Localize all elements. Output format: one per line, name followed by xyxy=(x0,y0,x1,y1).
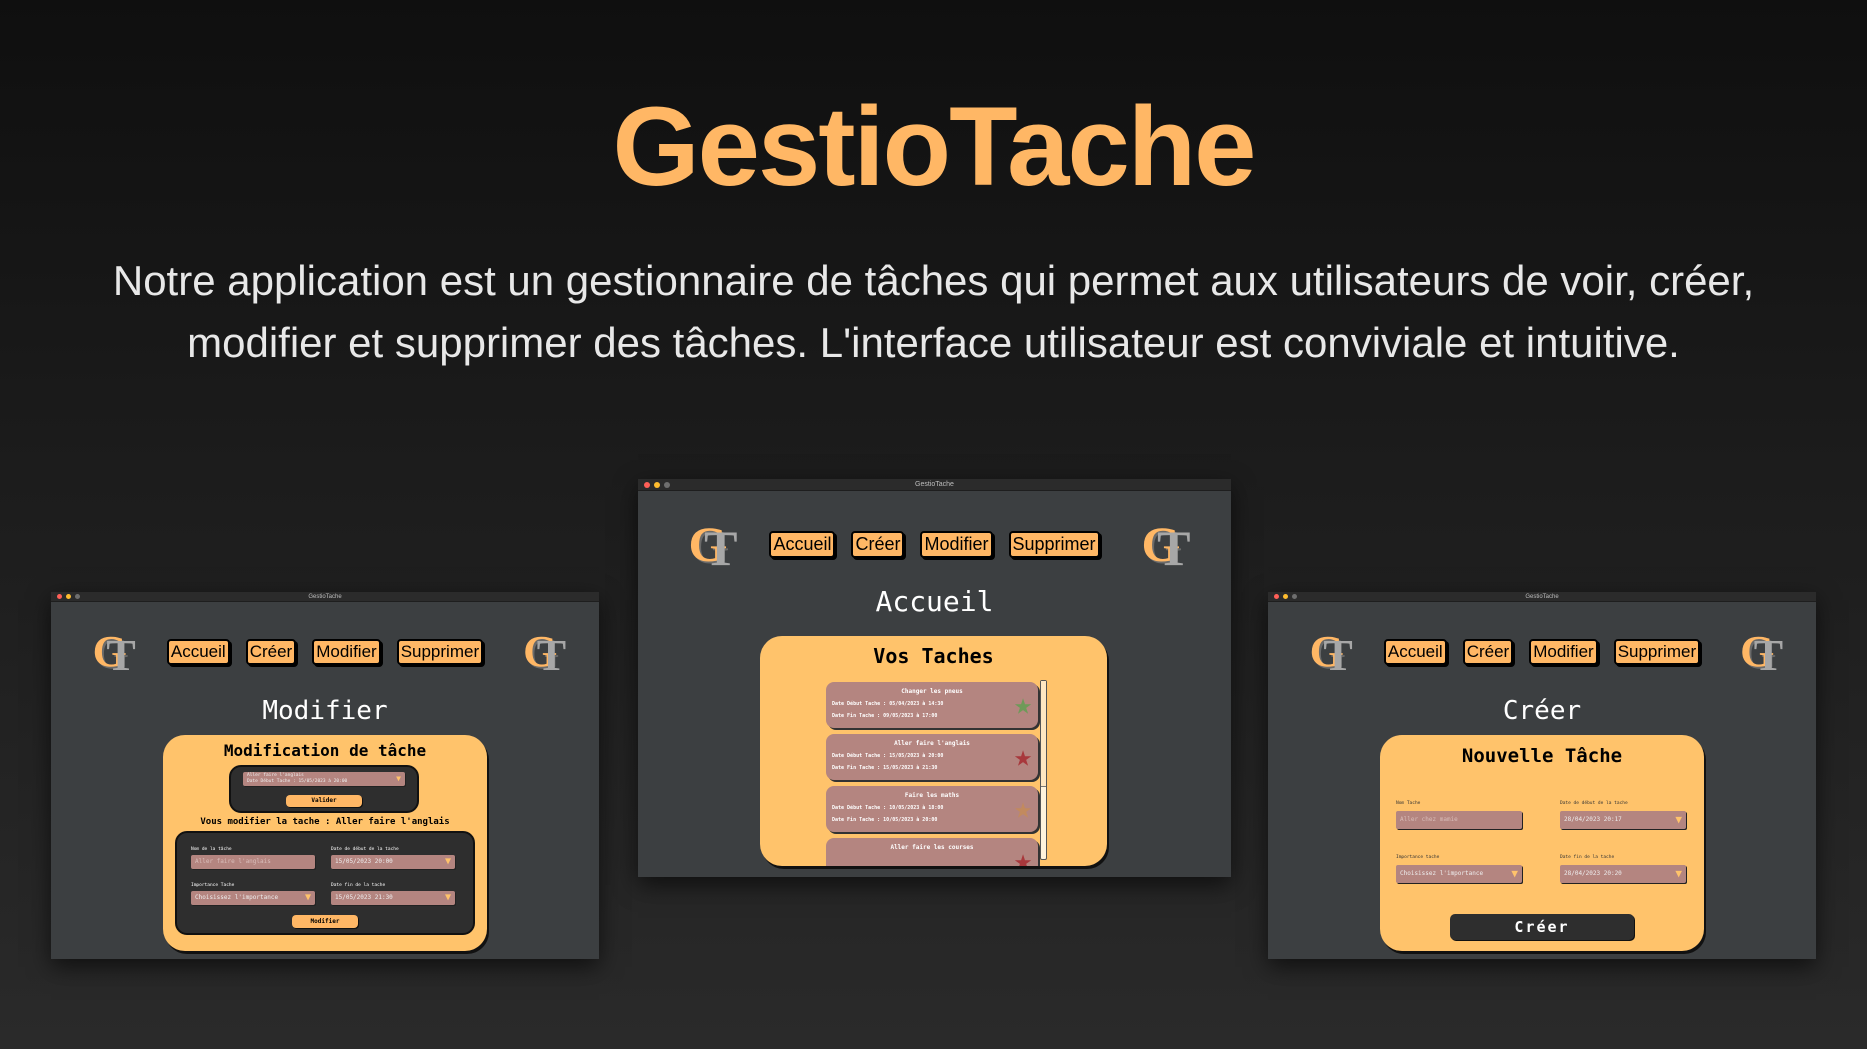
panel-title: Modification de tâche xyxy=(223,741,427,760)
calendar-dropdown-icon: ▼ xyxy=(444,892,451,903)
star-icon: ★ xyxy=(1013,739,1032,774)
dropdown-icon: ▼ xyxy=(396,774,401,783)
nav-modifier-button[interactable]: Modifier xyxy=(312,639,381,665)
importance-select[interactable]: Choisissez l'importance ▼ xyxy=(191,891,315,905)
task-start: Date Début Tache : 15/05/2023 à 20:00 xyxy=(832,753,944,759)
dropdown-icon: ▼ xyxy=(304,892,311,903)
nav-supprimer-button[interactable]: Supprimer xyxy=(1008,530,1100,558)
hero-title: GestioTache xyxy=(612,84,1257,209)
nav-creer-button[interactable]: Créer xyxy=(851,530,905,558)
validate-button[interactable]: Valider xyxy=(286,795,362,807)
importance-select[interactable]: Choisissez l'importance ▼ xyxy=(1396,865,1522,883)
nav-creer-button[interactable]: Créer xyxy=(245,639,297,665)
nav-accueil-button[interactable]: Accueil xyxy=(1383,639,1447,665)
app-logo-icon: GT xyxy=(688,516,738,576)
window-titlebar: GestioTache xyxy=(1268,592,1816,602)
start-date-label: Date de début de la tache xyxy=(1560,801,1628,806)
window-modifier: GestioTache GT Accueil Créer Modifier Su… xyxy=(51,592,599,959)
app-logo-icon-right: GT xyxy=(1740,627,1784,680)
modify-info: Vous modifier la tache : Aller faire l'a… xyxy=(200,817,450,827)
modify-form: Nom de la tâche Aller faire l'anglais Da… xyxy=(175,831,475,935)
app-logo-icon-right: GT xyxy=(523,627,567,680)
importance-label: Importance Tache xyxy=(191,883,235,888)
nav-bar: GT Accueil Créer Modifier Supprimer GT xyxy=(51,627,599,680)
end-date-label: Date fin de la tache xyxy=(331,883,386,888)
task-card[interactable]: Aller faire les courses ★ xyxy=(826,838,1038,866)
calendar-dropdown-icon: ▼ xyxy=(444,856,451,867)
nav-supprimer-button[interactable]: Supprimer xyxy=(1613,639,1701,665)
app-logo-icon-right: GT xyxy=(1141,516,1191,576)
task-start: Date Début Tache : 10/05/2023 à 18:00 xyxy=(832,805,944,811)
star-icon: ★ xyxy=(1013,687,1032,722)
page-heading: Modifier xyxy=(262,696,388,726)
name-input[interactable]: Aller chez mamie xyxy=(1396,811,1522,829)
nav-accueil-button[interactable]: Accueil xyxy=(166,639,230,665)
end-date-input[interactable]: 15/05/2023 21:30 ▼ xyxy=(331,891,455,905)
task-name: Aller faire les courses xyxy=(890,844,974,851)
name-input[interactable]: Aller faire l'anglais xyxy=(191,855,315,869)
dropdown-icon: ▼ xyxy=(1511,867,1518,880)
create-panel: Nouvelle Tâche Nom Tache Aller chez mami… xyxy=(1380,735,1704,951)
nav-accueil-button[interactable]: Accueil xyxy=(769,530,836,558)
window-title: GestioTache xyxy=(1525,593,1559,600)
task-end: Date Fin Tache : 15/05/2023 à 21:30 xyxy=(832,765,938,771)
nav-bar: GT Accueil Créer Modifier Supprimer GT xyxy=(638,516,1231,576)
hero-description: Notre application est un gestionnaire de… xyxy=(112,257,1755,366)
panel-title: Nouvelle Tâche xyxy=(1461,745,1623,767)
task-select[interactable]: Aller faire l'anglais Date Début Tache :… xyxy=(243,772,405,786)
task-name: Faire les maths xyxy=(904,792,960,799)
start-date-input[interactable]: 15/05/2023 20:00 ▼ xyxy=(331,855,455,869)
panel-title: Vos Taches xyxy=(873,644,994,668)
task-start: Date Début Tache : 05/04/2023 à 14:30 xyxy=(832,701,944,707)
calendar-dropdown-icon: ▼ xyxy=(1675,867,1682,880)
task-card[interactable]: Changer les pneus Date Début Tache : 05/… xyxy=(826,682,1038,728)
task-list-scrollbar[interactable] xyxy=(1040,680,1047,860)
app-logo-icon: GT xyxy=(92,627,136,680)
star-icon: ★ xyxy=(1013,843,1032,867)
task-name: Aller faire l'anglais xyxy=(894,740,970,747)
nav-modifier-button[interactable]: Modifier xyxy=(920,530,993,558)
window-title: GestioTache xyxy=(915,481,954,488)
start-date-input[interactable]: 28/04/2023 20:17 ▼ xyxy=(1560,811,1686,829)
modify-submit-button[interactable]: Modifier xyxy=(292,915,358,928)
end-date-label: Date fin de la tache xyxy=(1560,855,1615,860)
task-card[interactable]: Faire les maths Date Début Tache : 10/05… xyxy=(826,786,1038,832)
task-end: Date Fin Tache : 09/05/2023 à 17:00 xyxy=(832,713,938,719)
star-icon: ★ xyxy=(1013,791,1032,826)
nav-modifier-button[interactable]: Modifier xyxy=(1529,639,1598,665)
tasks-panel: Vos Taches Changer les pneus Date Début … xyxy=(760,636,1107,866)
name-label: Nom de la tâche xyxy=(191,847,232,852)
importance-label: Importance tache xyxy=(1396,855,1440,860)
window-accueil: GestioTache GT Accueil Créer Modifier Su… xyxy=(638,479,1231,877)
end-date-input[interactable]: 28/04/2023 20:20 ▼ xyxy=(1560,865,1686,883)
app-logo-icon: GT xyxy=(1309,627,1353,680)
calendar-dropdown-icon: ▼ xyxy=(1675,813,1682,826)
task-name: Changer les pneus xyxy=(901,688,963,695)
name-label: Nom Tache xyxy=(1396,801,1421,806)
task-select-box: Aller faire l'anglais Date Début Tache :… xyxy=(229,765,419,813)
scrollbar-thumb[interactable] xyxy=(1041,681,1046,787)
task-end: Date Fin Tache : 10/05/2023 à 20:00 xyxy=(832,817,938,823)
window-titlebar: GestioTache xyxy=(638,479,1231,491)
window-titlebar: GestioTache xyxy=(51,592,599,602)
page-heading: Accueil xyxy=(875,585,994,618)
nav-creer-button[interactable]: Créer xyxy=(1462,639,1514,665)
nav-supprimer-button[interactable]: Supprimer xyxy=(396,639,484,665)
modify-panel: Modification de tâche Aller faire l'angl… xyxy=(163,735,487,951)
window-title: GestioTache xyxy=(308,593,342,600)
create-submit-button[interactable]: Créer xyxy=(1450,914,1634,940)
start-date-label: Date de début de la tache xyxy=(331,847,399,852)
page-heading: Créer xyxy=(1502,696,1582,726)
task-card[interactable]: Aller faire l'anglais Date Début Tache :… xyxy=(826,734,1038,780)
nav-bar: GT Accueil Créer Modifier Supprimer GT xyxy=(1268,627,1816,680)
window-creer: GestioTache GT Accueil Créer Modifier Su… xyxy=(1268,592,1816,959)
